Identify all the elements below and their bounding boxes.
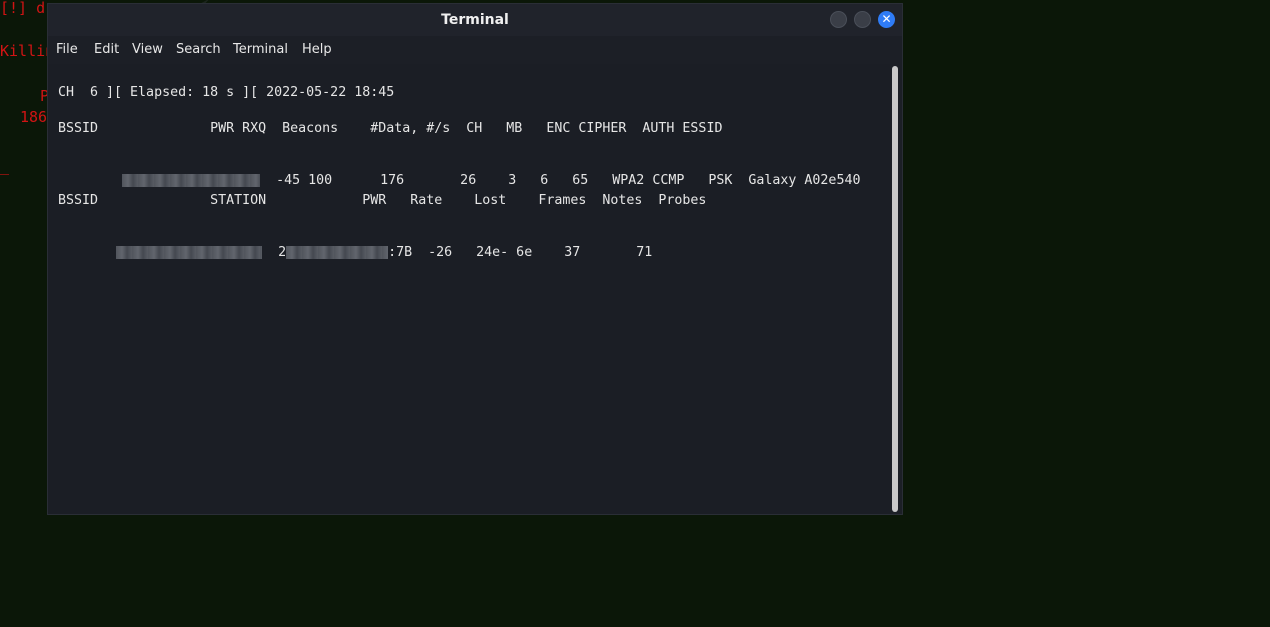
terminal-output[interactable]: CH 6 ][ Elapsed: 18 s ][ 2022-05-22 18:4…: [48, 64, 890, 514]
menu-file[interactable]: File: [56, 42, 78, 57]
redacted-station-mac: [286, 245, 389, 259]
station-table-row: 2 :7B -26 24e- 6e 37 71: [52, 229, 652, 277]
maximize-button[interactable]: [854, 11, 871, 28]
menu-terminal[interactable]: Terminal: [233, 42, 288, 57]
menu-search[interactable]: Search: [176, 42, 221, 57]
redacted-bssid: [116, 245, 263, 259]
scrollbar[interactable]: [892, 66, 898, 512]
station-row-values: -26 24e- 6e 37 71: [428, 245, 653, 260]
status-line: CH 6 ][ Elapsed: 18 s ][ 2022-05-22 18:4…: [58, 85, 395, 100]
ap-row-values: -45 100 176 26 3 6 65 WPA2 CCMP PSK Gala…: [276, 173, 861, 188]
menu-help[interactable]: Help: [302, 42, 332, 57]
title-bar[interactable]: Terminal ✕: [48, 4, 902, 36]
close-icon: ✕: [881, 12, 892, 26]
desktop: [!] d Killing these processes: P 186 _ T…: [0, 0, 1270, 627]
close-button[interactable]: ✕: [878, 11, 895, 28]
window-title: Terminal: [441, 12, 509, 28]
minimize-button[interactable]: [830, 11, 847, 28]
menu-edit[interactable]: Edit: [94, 42, 119, 57]
station-table-header: BSSID STATION PWR Rate Lost Frames Notes…: [58, 193, 707, 208]
station-mac-prefix: 2: [278, 245, 287, 260]
menu-bar: File Edit View Search Terminal Help: [48, 36, 902, 64]
bg-text-cursor: _: [0, 157, 10, 175]
ap-table-header: BSSID PWR RXQ Beacons #Data, #/s CH MB E…: [58, 121, 723, 136]
redacted-bssid: [122, 173, 261, 187]
station-mac-suffix: :7B: [388, 245, 413, 260]
terminal-window: Terminal ✕ File Edit View Search Termina…: [48, 4, 902, 514]
bg-text-line-4: 186: [20, 108, 48, 126]
menu-view[interactable]: View: [132, 42, 163, 57]
bg-text-line-3: P: [22, 87, 50, 105]
bg-text-line-1: [!] d: [0, 0, 46, 17]
